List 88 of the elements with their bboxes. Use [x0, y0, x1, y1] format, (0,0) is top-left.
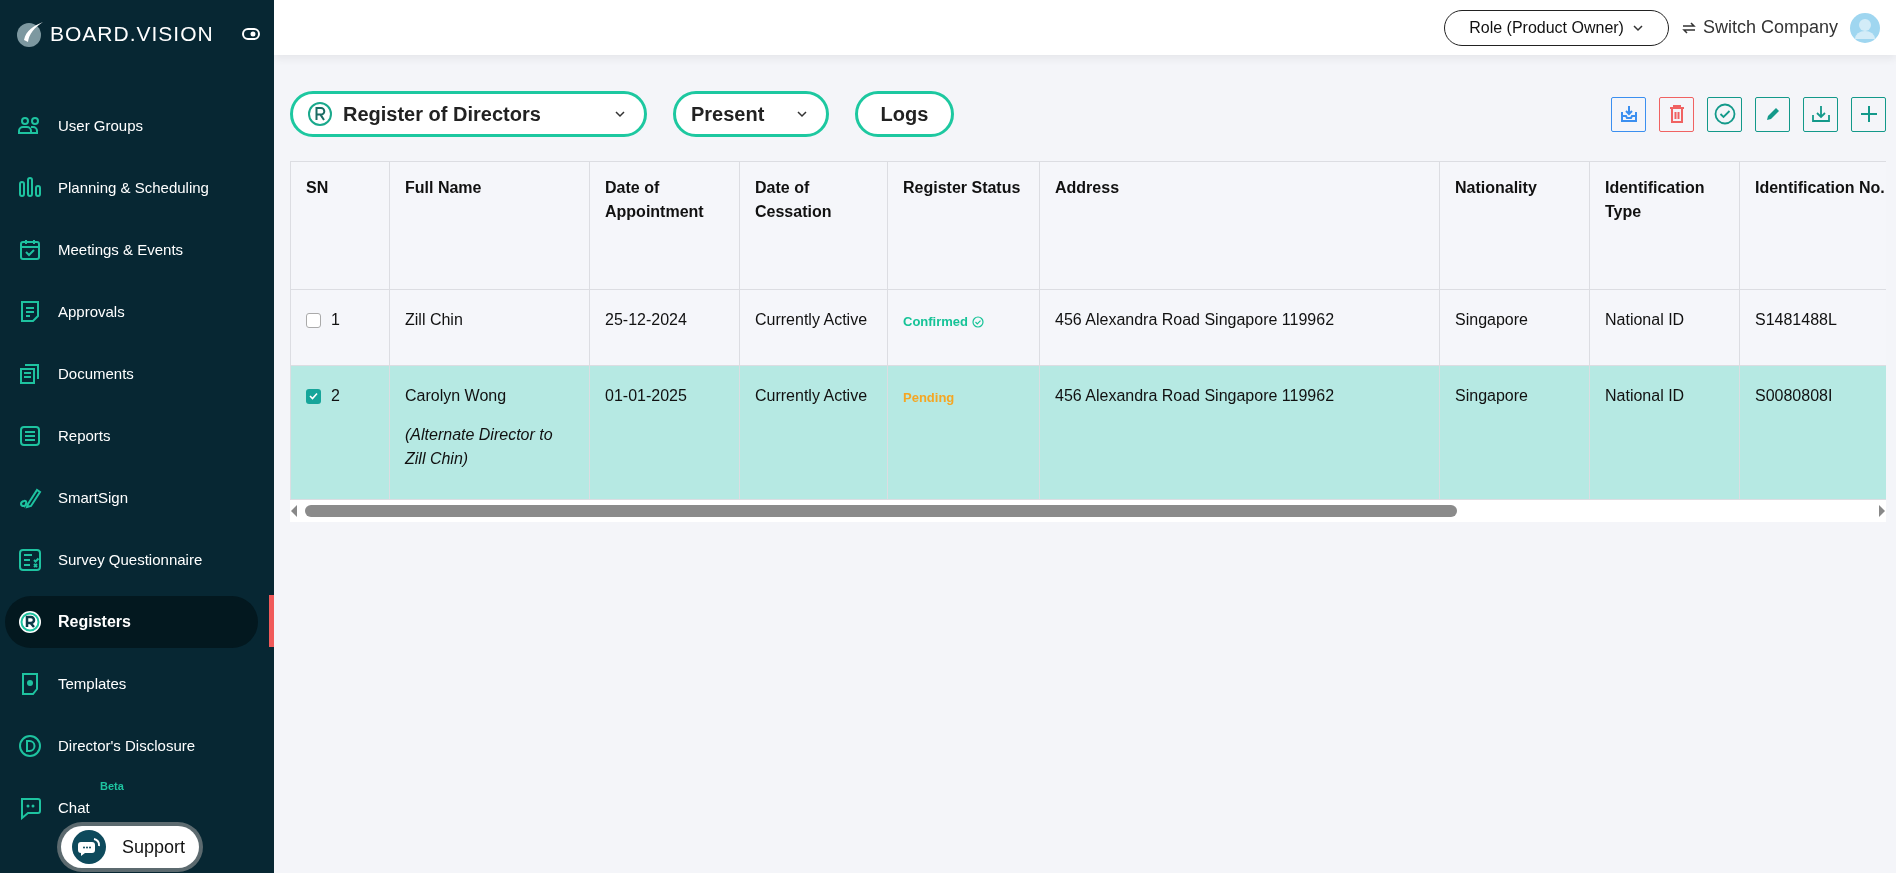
- director-name: Carolyn Wong: [405, 386, 508, 406]
- avatar-icon[interactable]: [1850, 12, 1880, 43]
- active-indicator: [269, 595, 274, 647]
- check-circle-icon: [972, 316, 984, 328]
- sidebar-item[interactable]: Survey Questionnaire: [5, 543, 258, 577]
- download-button[interactable]: [1803, 96, 1838, 132]
- sidebar-item[interactable]: User Groups: [5, 109, 258, 143]
- row-number: 2: [331, 386, 340, 406]
- row-checkbox[interactable]: [306, 388, 321, 404]
- column-header: Nationality: [1439, 161, 1590, 290]
- document-icon: [18, 300, 42, 324]
- pen-signature-icon: [18, 486, 42, 510]
- logo-icon: [16, 20, 44, 48]
- support-button[interactable]: Support: [61, 826, 199, 868]
- logs-button[interactable]: Logs: [855, 91, 954, 137]
- table-cell-text: Singapore: [1455, 386, 1529, 406]
- status-label: Confirmed: [903, 308, 1024, 334]
- table-cell-text: 01-01-2025: [605, 386, 688, 406]
- table-cell-text: S0080808I: [1755, 386, 1834, 406]
- documents-icon: [18, 362, 42, 386]
- column-header: SN: [290, 161, 390, 290]
- approve-button[interactable]: [1707, 96, 1742, 132]
- checklist-icon: [18, 548, 42, 572]
- sidebar-item[interactable]: Approvals: [5, 295, 258, 329]
- delete-button[interactable]: [1659, 96, 1694, 132]
- column-header: Date of Cessation: [739, 161, 888, 290]
- column-header: Register Status: [887, 161, 1040, 290]
- registered-icon: [18, 610, 42, 634]
- table-cell-text: 456 Alexandra Road Singapore 119962: [1055, 310, 1336, 330]
- plus-icon: [1859, 105, 1878, 123]
- register-dropdown[interactable]: Register of Directors: [290, 91, 647, 137]
- list-icon: [18, 424, 42, 448]
- column-header: Full Name: [389, 161, 590, 290]
- role-dropdown[interactable]: Role (Product Owner): [1444, 9, 1669, 46]
- import-button[interactable]: [1611, 96, 1646, 132]
- check-circle-icon: [1713, 103, 1736, 125]
- calendar-check-icon: [18, 238, 42, 262]
- table-cell-text: 25-12-2024: [605, 310, 688, 330]
- beta-label: Beta: [100, 779, 124, 794]
- trash-icon: [1667, 104, 1686, 124]
- chevron-down-icon: [1631, 23, 1644, 32]
- tray-download-icon: [1618, 104, 1639, 124]
- sidebar-item[interactable]: Chat: [5, 791, 258, 825]
- download-icon: [1810, 104, 1831, 124]
- table-cell-text: Singapore: [1455, 310, 1529, 330]
- table-cell-text: National ID: [1605, 386, 1686, 406]
- sidebar-item[interactable]: Registers: [5, 596, 258, 648]
- column-header: Address: [1039, 161, 1440, 290]
- add-button[interactable]: [1851, 96, 1886, 132]
- sidebar-item[interactable]: Planning & Scheduling: [5, 171, 258, 205]
- bar-chart-icon: [18, 176, 42, 200]
- logo-text: BOARD.VISION: [50, 21, 214, 48]
- pencil-icon: [1764, 106, 1781, 122]
- switch-company-link[interactable]: Switch Company: [1680, 14, 1838, 41]
- status-label: Pending: [903, 389, 956, 407]
- sidebar-item[interactable]: SmartSign: [5, 481, 258, 515]
- sidebar-item[interactable]: Documents: [5, 357, 258, 391]
- chevron-down-icon: [796, 110, 808, 118]
- table-cell-text: S1481488L: [1755, 310, 1838, 330]
- scroll-left-icon: [290, 505, 298, 517]
- row-checkbox[interactable]: [306, 312, 321, 328]
- director-note: (Alternate Director to Zill Chin): [405, 425, 554, 469]
- check-icon: [309, 392, 318, 400]
- sidebar-item[interactable]: Reports: [5, 419, 258, 453]
- table-cell-text: Currently Active: [755, 386, 869, 406]
- registered-icon: [307, 101, 333, 127]
- table-cell-text: National ID: [1605, 310, 1686, 330]
- chevron-down-icon: [614, 110, 626, 118]
- sidebar-item[interactable]: Templates: [5, 667, 258, 701]
- toggle-icon: [242, 28, 260, 40]
- sidebar-item[interactable]: Meetings & Events: [5, 233, 258, 267]
- column-header: Date of Appointment: [589, 161, 740, 290]
- director-name: Zill Chin: [405, 310, 464, 330]
- chat-icon: [72, 830, 106, 864]
- column-header: Identification Type: [1589, 161, 1740, 290]
- scrollbar-thumb[interactable]: [305, 505, 1457, 517]
- horizontal-scrollbar[interactable]: [290, 500, 1886, 522]
- table-cell-text: 456 Alexandra Road Singapore 119962: [1055, 386, 1336, 406]
- speech-bubble-icon: [18, 796, 42, 820]
- row-number: 1: [331, 310, 340, 330]
- letter-circle-icon: [18, 734, 42, 758]
- edit-button[interactable]: [1755, 96, 1790, 132]
- period-dropdown[interactable]: Present: [673, 91, 829, 137]
- column-header: Identification No.: [1739, 161, 1886, 290]
- table-cell-text: Currently Active: [755, 310, 869, 330]
- swap-icon: [1680, 19, 1697, 36]
- scroll-right-icon: [1878, 505, 1886, 517]
- sidebar-item[interactable]: Director's Disclosure: [5, 729, 258, 763]
